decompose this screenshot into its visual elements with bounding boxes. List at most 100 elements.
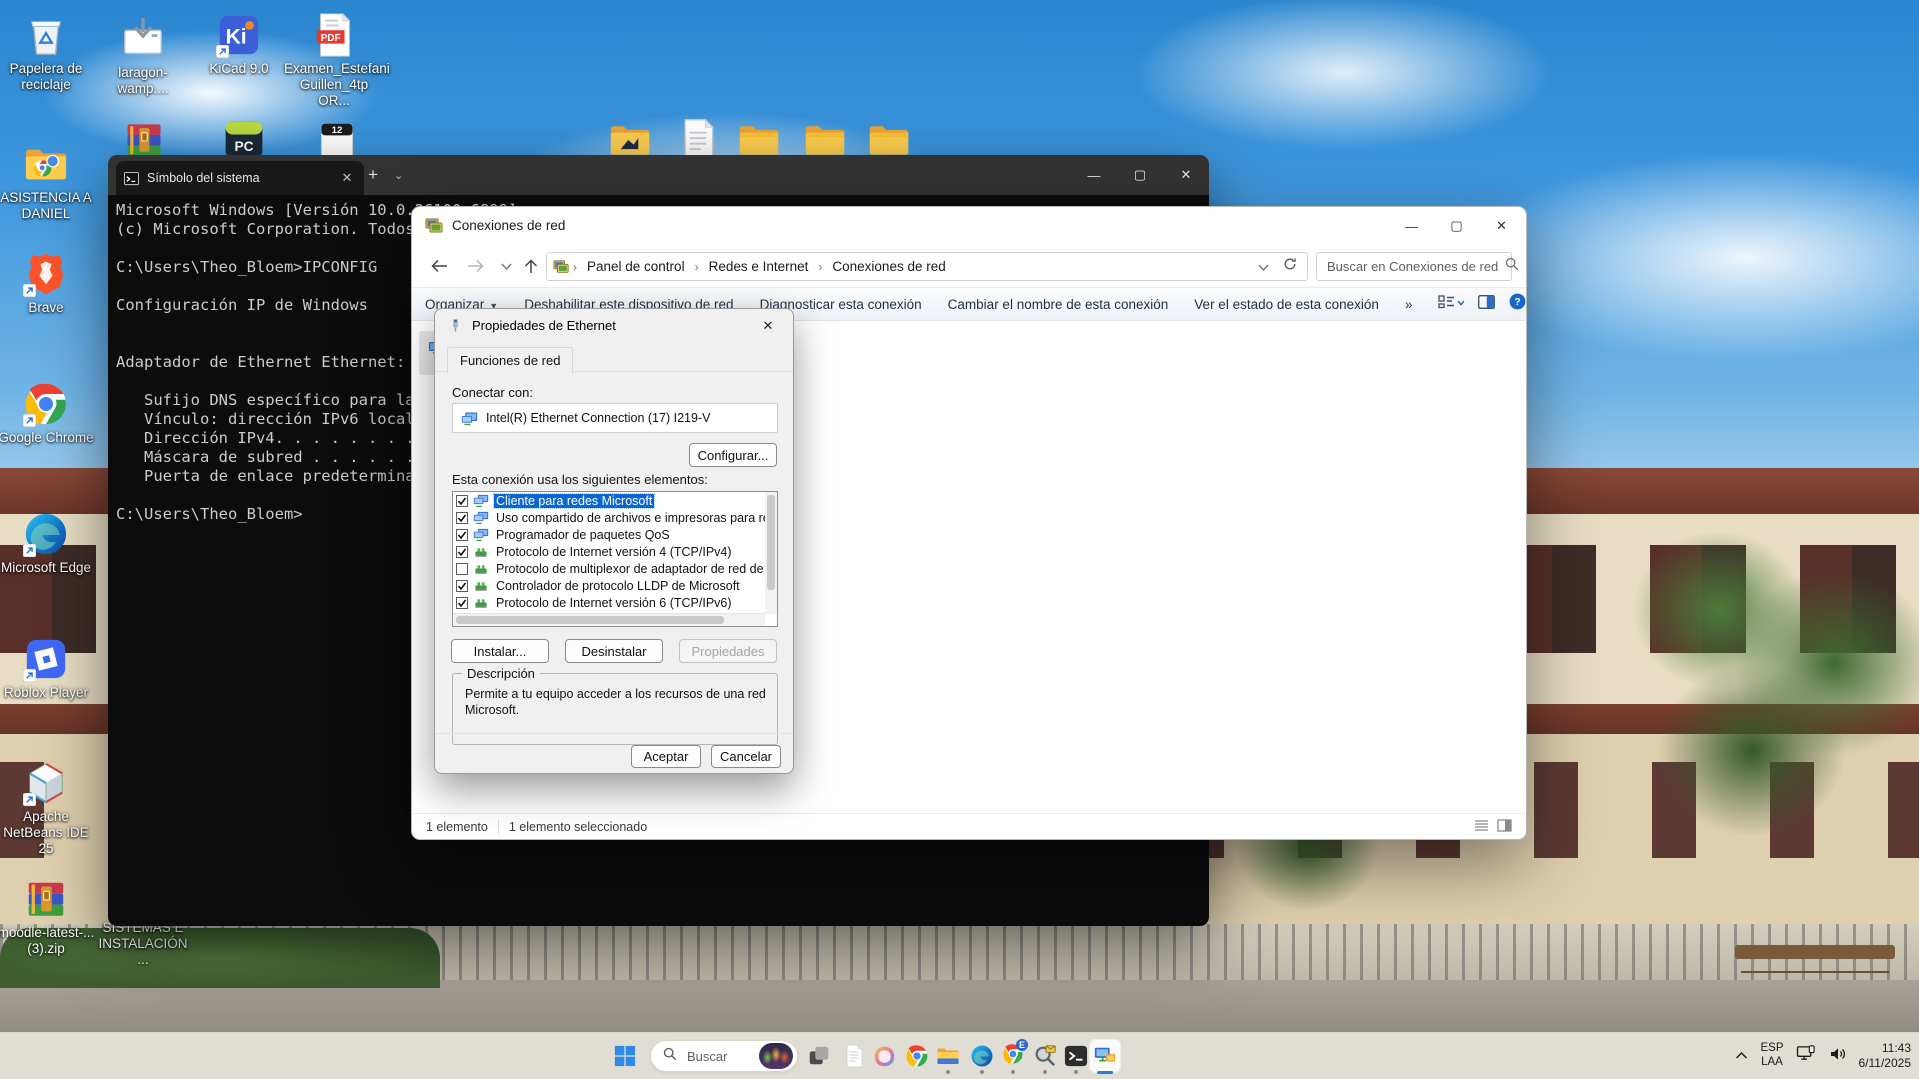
taskbar-search-tool[interactable] — [1029, 1039, 1061, 1073]
terminal-maximize-button[interactable]: ▢ — [1117, 155, 1163, 195]
desktop-icon-recycle-bin[interactable]: Papelera de reciclaje — [0, 12, 96, 93]
terminal-titlebar[interactable]: Símbolo del sistema ✕ + ⌄ — ▢ ✕ — [108, 155, 1209, 195]
taskbar-chrome-profile[interactable]: E — [997, 1039, 1029, 1073]
uninstall-button[interactable]: Desinstalar — [565, 639, 663, 663]
terminal-tab[interactable]: Símbolo del sistema ✕ — [116, 161, 364, 195]
adapter-field[interactable]: Intel(R) Ethernet Connection (17) I219-V — [452, 403, 778, 433]
explorer-search-input[interactable] — [1325, 258, 1505, 275]
help-icon[interactable]: ? — [1509, 293, 1526, 315]
checkbox[interactable] — [456, 597, 468, 609]
breadcrumb[interactable]: › Panel de control›Redes e Internet›Cone… — [546, 252, 1308, 281]
desktop-icon-roblox[interactable]: Roblox Player — [0, 636, 96, 701]
hidden-icons-chevron[interactable] — [1735, 1047, 1748, 1065]
ok-button[interactable]: Aceptar — [631, 745, 701, 768]
forward-icon[interactable] — [462, 253, 488, 279]
view-options-icon[interactable] — [1438, 295, 1464, 314]
install-button[interactable]: Instalar... — [451, 639, 549, 663]
desktop-icon-folder-chrome[interactable]: ASISTENCIA A DANIEL — [0, 141, 96, 222]
tab-network-functions[interactable]: Funciones de red — [447, 347, 573, 374]
checkbox[interactable] — [456, 529, 468, 541]
desktop-icon-edge[interactable]: Microsoft Edge — [0, 511, 96, 576]
preview-pane-icon[interactable] — [1478, 295, 1495, 314]
breadcrumb-segment[interactable]: Redes e Internet — [703, 259, 815, 274]
toolbar-command[interactable]: Ver el estado de esta conexión — [1194, 297, 1379, 312]
desktop-icon-winrar-zip[interactable]: moodle-latest-... (3).zip — [0, 876, 96, 957]
connection-item-row[interactable]: Protocolo de Internet versión 4 (TCP/IPv… — [453, 543, 777, 560]
explorer-titlebar[interactable]: Conexiones de red — ▢ ✕ — [412, 207, 1526, 245]
up-icon[interactable] — [518, 253, 544, 279]
explorer-minimize-button[interactable]: — — [1389, 207, 1434, 245]
address-dropdown-icon[interactable] — [1258, 258, 1269, 276]
svg-text:PDF: PDF — [321, 33, 341, 44]
connection-item-row[interactable]: Protocolo de Internet versión 6 (TCP/IPv… — [453, 594, 777, 611]
terminal-close-button[interactable]: ✕ — [1163, 155, 1209, 195]
checkbox[interactable] — [456, 546, 468, 558]
volume-icon[interactable] — [1829, 1046, 1847, 1067]
svg-text:PC: PC — [234, 139, 253, 154]
connection-item-row[interactable]: Protocolo de multiplexor de adaptador de… — [453, 560, 777, 577]
start-button[interactable] — [608, 1039, 642, 1073]
connection-items-list[interactable]: Cliente para redes MicrosoftUso comparti… — [452, 491, 778, 627]
properties-button[interactable]: Propiedades — [679, 639, 777, 663]
configure-button[interactable]: Configurar... — [689, 443, 777, 467]
taskbar-search-input[interactable] — [685, 1048, 751, 1065]
connect-with-label: Conectar con: — [452, 385, 533, 400]
explorer-maximize-button[interactable]: ▢ — [1434, 207, 1479, 245]
connection-item-row[interactable]: Uso compartido de archivos e impresoras … — [453, 509, 777, 526]
taskbar-edge[interactable] — [966, 1039, 998, 1073]
clock[interactable]: 11:436/11/2025 — [1859, 1041, 1912, 1071]
desktop-icon-pdf[interactable]: PDFExamen_Estefani Guillen_4tp OR... — [284, 12, 384, 109]
desktop-icon-kicad[interactable]: KiKiCad 9.0 — [189, 12, 289, 77]
breadcrumb-segment[interactable]: Panel de control — [581, 259, 691, 274]
running-indicator — [980, 1070, 984, 1074]
checkbox[interactable] — [456, 580, 468, 592]
new-tab-button[interactable]: + — [360, 165, 386, 185]
checkbox[interactable] — [456, 563, 468, 575]
taskbar-document[interactable] — [838, 1039, 870, 1073]
taskbar-terminal[interactable] — [1060, 1039, 1092, 1073]
location-icon — [553, 259, 569, 275]
client-icon — [473, 511, 489, 524]
breadcrumb-chevron-icon: › — [818, 260, 822, 274]
breadcrumb-segment[interactable]: Conexiones de red — [826, 259, 951, 274]
checkbox[interactable] — [456, 512, 468, 524]
taskbar-copilot[interactable] — [868, 1039, 900, 1073]
details-view-icon[interactable] — [1474, 819, 1489, 835]
tab-close-icon[interactable]: ✕ — [338, 170, 356, 186]
taskbar-chrome[interactable] — [901, 1039, 933, 1073]
connection-item-row[interactable]: Programador de paquetes QoS — [453, 526, 777, 543]
list-horizontal-scrollbar[interactable] — [453, 613, 765, 626]
toolbar-command[interactable]: Cambiar el nombre de esta conexión — [948, 297, 1169, 312]
taskbar-network-connections[interactable] — [1089, 1039, 1121, 1073]
connection-item-row[interactable]: Controlador de protocolo LLDP de Microso… — [453, 577, 777, 594]
cancel-button[interactable]: Cancelar — [711, 745, 781, 768]
taskbar-search[interactable] — [650, 1040, 798, 1072]
back-icon[interactable] — [426, 253, 452, 279]
desktop-icon-download-installer[interactable]: laragon-wamp.... — [93, 16, 193, 97]
dialog-close-icon[interactable]: ✕ — [747, 309, 789, 342]
desktop-icon-chrome[interactable]: Google Chrome — [0, 381, 96, 446]
desktop-icon-netbeans[interactable]: Apache NetBeans IDE 25 — [0, 760, 96, 857]
history-dropdown-icon[interactable] — [493, 253, 519, 279]
network-tray-icon[interactable] — [1796, 1045, 1817, 1067]
list-vertical-scrollbar[interactable] — [765, 492, 777, 614]
taskbar-task-view[interactable] — [803, 1039, 835, 1073]
search-highlight-image[interactable] — [759, 1043, 793, 1069]
explorer-close-button[interactable]: ✕ — [1479, 207, 1524, 245]
tab-dropdown-icon[interactable]: ⌄ — [394, 169, 403, 182]
toolbar-overflow-chevron[interactable]: » — [1405, 297, 1413, 312]
connection-item-row[interactable]: Cliente para redes Microsoft — [453, 492, 777, 509]
checkbox[interactable] — [456, 495, 468, 507]
thumbnail-view-icon[interactable] — [1497, 819, 1512, 835]
dialog-titlebar[interactable]: Propiedades de Ethernet ✕ — [435, 309, 793, 343]
connection-item-label: Protocolo de multiplexor de adaptador de… — [494, 562, 778, 576]
language-indicator[interactable]: ESPLAA — [1760, 1042, 1783, 1070]
explorer-window-title: Conexiones de red — [452, 218, 565, 233]
desktop-icon-brave[interactable]: Brave — [0, 251, 96, 316]
terminal-minimize-button[interactable]: — — [1071, 155, 1117, 195]
taskbar-file-explorer[interactable] — [932, 1039, 964, 1073]
search-icon[interactable] — [1505, 257, 1519, 276]
refresh-icon[interactable] — [1283, 257, 1297, 276]
pdf-icon: PDF — [311, 12, 357, 58]
explorer-search[interactable] — [1316, 252, 1512, 281]
